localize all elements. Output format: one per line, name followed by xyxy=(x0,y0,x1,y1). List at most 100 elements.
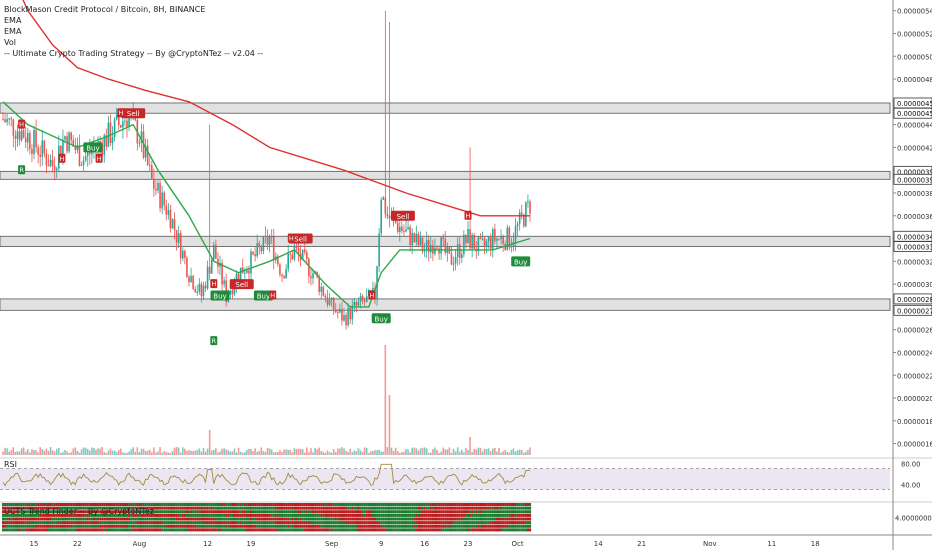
volume-bar xyxy=(120,448,122,455)
trend-cell xyxy=(309,503,313,507)
trend-cell xyxy=(343,517,346,521)
trend-cell xyxy=(510,521,513,525)
trend-cell xyxy=(392,524,395,528)
trend-cell xyxy=(334,506,337,510)
trend-cell xyxy=(340,517,344,521)
trend-finder-title[interactable]: UCTS Trend Finder -- By @CryptoNTez xyxy=(4,507,154,516)
trend-cell xyxy=(204,506,207,510)
trend-cell xyxy=(229,506,232,510)
trend-cell xyxy=(274,510,277,514)
trend-cell xyxy=(16,503,19,507)
candle-body xyxy=(229,290,232,295)
trend-cell xyxy=(281,510,284,514)
trend-cell xyxy=(229,503,232,507)
ema-slow-legend[interactable]: EMA xyxy=(4,26,263,37)
trend-cell xyxy=(66,503,69,507)
trend-cell xyxy=(49,517,52,521)
candle-body xyxy=(239,267,242,281)
trend-cell xyxy=(522,506,525,510)
trend-cell xyxy=(250,517,253,521)
trend-cell xyxy=(495,524,499,528)
strategy-legend[interactable]: -- Ultimate Crypto Trading Strategy -- B… xyxy=(4,48,263,59)
trend-cell xyxy=(330,503,333,507)
trend-cell xyxy=(469,521,472,525)
trend-cell xyxy=(76,521,79,525)
trend-cell xyxy=(504,528,507,532)
trend-cell xyxy=(526,524,530,528)
volume-bar xyxy=(370,451,372,455)
trend-cell xyxy=(491,503,494,507)
trend-cell xyxy=(520,524,523,528)
trend-cell xyxy=(219,510,222,514)
trend-cell xyxy=(467,524,470,528)
candle-body xyxy=(473,234,475,249)
volume-bar xyxy=(328,452,331,455)
trend-cell xyxy=(405,510,408,514)
trend-cell xyxy=(212,528,215,532)
trend-cell xyxy=(177,503,180,507)
trend-cell xyxy=(349,503,352,507)
trend-cell xyxy=(97,528,100,532)
trend-cell xyxy=(500,513,503,517)
trend-cell xyxy=(200,503,203,507)
trend-cell xyxy=(452,524,455,528)
trend-cell xyxy=(520,506,523,510)
trend-cell xyxy=(491,517,494,521)
trend-cell xyxy=(469,503,472,507)
volume-bar xyxy=(70,452,72,455)
trend-cell xyxy=(95,503,98,507)
candle-body xyxy=(461,254,463,258)
candle-body xyxy=(467,229,469,243)
candle-body xyxy=(258,243,261,248)
trend-cell xyxy=(388,513,391,517)
trend-cell xyxy=(250,506,253,510)
trend-cell xyxy=(154,503,158,507)
trend-cell xyxy=(68,524,71,528)
rsi-title[interactable]: RSI xyxy=(4,460,17,469)
candle-body xyxy=(310,276,312,279)
trend-cell xyxy=(485,528,488,532)
trend-cell xyxy=(318,506,321,510)
trend-cell xyxy=(210,513,213,517)
trend-cell xyxy=(475,517,478,521)
trend-cell xyxy=(221,528,224,532)
candle-body xyxy=(337,312,339,314)
trend-cell xyxy=(272,528,275,532)
trend-cell xyxy=(411,521,414,525)
candle-body xyxy=(510,245,513,248)
trend-cell xyxy=(514,503,517,507)
volume-bar xyxy=(504,449,506,455)
candle-body xyxy=(12,119,15,136)
trend-cell xyxy=(369,521,372,525)
trend-cell xyxy=(266,513,269,517)
candle-body xyxy=(436,247,438,249)
trend-cell xyxy=(524,510,527,514)
trend-cell xyxy=(132,517,135,521)
candle-body xyxy=(452,263,455,265)
volume-bar xyxy=(74,447,77,455)
volume-legend[interactable]: Vol xyxy=(4,37,263,48)
trading-chart[interactable]: BuySellBuySellBuySellBuySellBuyHRH HHHRHH… xyxy=(0,0,932,550)
trend-cell xyxy=(8,528,11,532)
trend-cell xyxy=(247,521,251,525)
candle-body xyxy=(401,226,403,232)
ema-fast-legend[interactable]: EMA xyxy=(4,15,263,26)
trend-cell xyxy=(208,521,211,525)
trend-cell xyxy=(115,517,118,521)
trend-cell xyxy=(458,521,461,525)
trend-cell xyxy=(458,517,461,521)
volume-bar xyxy=(173,447,176,455)
trend-cell xyxy=(326,521,329,525)
volume-bar xyxy=(35,450,37,455)
volume-bar xyxy=(421,447,424,455)
trend-cell xyxy=(82,521,85,525)
trend-cell xyxy=(90,524,93,528)
trend-cell xyxy=(37,521,40,525)
candle-body xyxy=(153,178,155,189)
trend-cell xyxy=(469,528,472,532)
volume-bar xyxy=(78,452,81,455)
trend-cell xyxy=(421,513,424,517)
trend-cell xyxy=(101,528,104,532)
trend-cell xyxy=(140,524,143,528)
symbol-title[interactable]: BlockMason Credit Protocol / Bitcoin, 8H… xyxy=(4,4,263,15)
